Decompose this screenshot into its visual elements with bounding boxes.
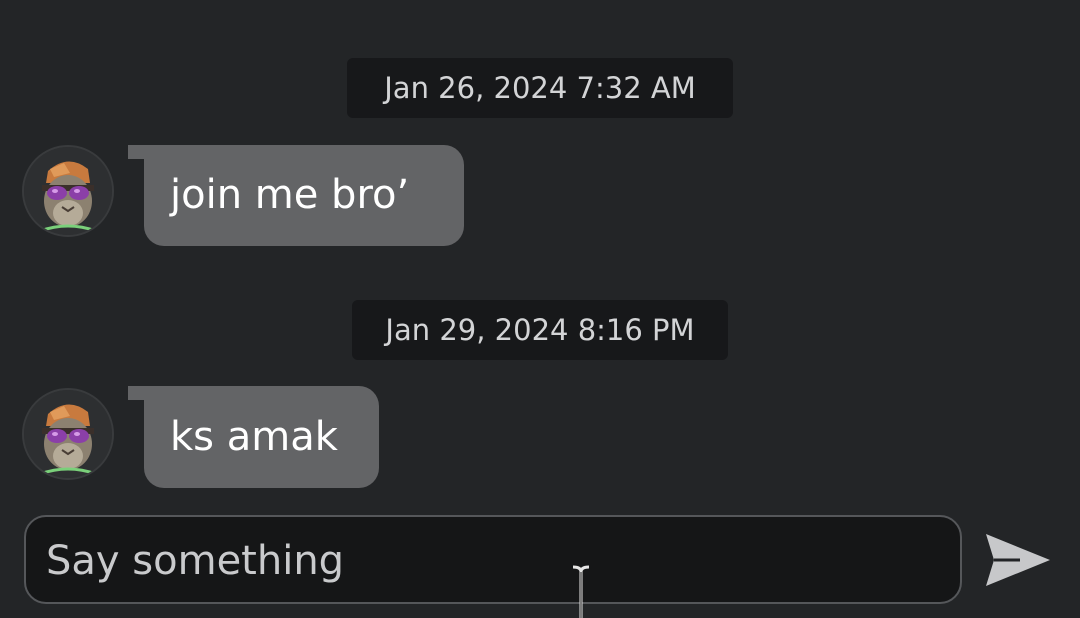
message-bubble[interactable]: ks amak	[144, 386, 379, 488]
text-cursor-icon	[572, 565, 590, 618]
message-composer	[24, 515, 962, 604]
message-input[interactable]	[44, 517, 928, 604]
cat-with-sunglasses-avatar-icon	[24, 390, 112, 478]
chat-view: Jan 26, 2024 7:32 AM join me bro’ Jan 29…	[0, 0, 1080, 618]
message-text: join me bro’	[170, 172, 410, 218]
sender-avatar[interactable]	[22, 145, 114, 237]
cat-with-sunglasses-avatar-icon	[24, 147, 112, 235]
timestamp-divider: Jan 26, 2024 7:32 AM	[347, 58, 733, 118]
timestamp-divider: Jan 29, 2024 8:16 PM	[352, 300, 728, 360]
message-text: ks amak	[170, 414, 338, 460]
send-arrow-icon	[986, 534, 1050, 586]
send-button[interactable]	[980, 526, 1056, 594]
sender-avatar[interactable]	[22, 388, 114, 480]
message-bubble[interactable]: join me bro’	[144, 145, 464, 246]
